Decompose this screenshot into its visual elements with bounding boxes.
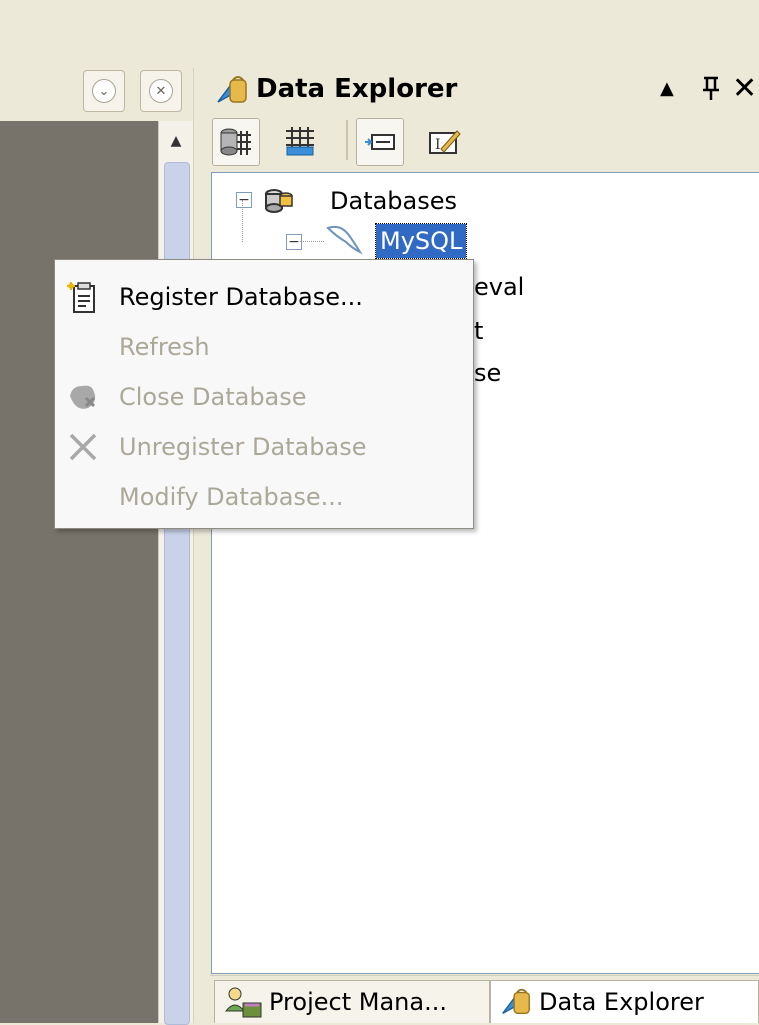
tree-connector bbox=[300, 241, 324, 242]
edit-button[interactable]: I bbox=[420, 118, 468, 166]
tree-item-mysql[interactable]: MySQL bbox=[374, 223, 468, 259]
collapse-mysql-icon[interactable]: − bbox=[286, 234, 302, 250]
unregister-x-icon bbox=[65, 429, 101, 465]
tree-item-partial[interactable]: t bbox=[474, 314, 483, 348]
field-icon bbox=[365, 134, 395, 150]
close-icon[interactable]: ✕ bbox=[732, 72, 757, 106]
close-icon: ✕ bbox=[149, 79, 173, 103]
toolbar-separator bbox=[346, 120, 348, 160]
databases-folder-icon bbox=[256, 186, 312, 216]
new-data-set-button[interactable] bbox=[276, 118, 324, 166]
tree-item-partial[interactable]: eval bbox=[474, 270, 524, 304]
menu-item-refresh[interactable]: Refresh bbox=[55, 322, 473, 372]
menu-label: Modify Database... bbox=[119, 483, 344, 511]
scroll-up-arrow-icon[interactable]: ▲ bbox=[162, 124, 190, 158]
panel-menu-arrow-icon[interactable]: ▲ bbox=[660, 72, 674, 106]
menu-item-unregister-database[interactable]: Unregister Database bbox=[55, 422, 473, 472]
tree-connector bbox=[242, 200, 244, 242]
register-database-icon bbox=[65, 279, 101, 315]
project-icon bbox=[224, 987, 262, 1018]
left-panel-body bbox=[0, 121, 158, 1023]
menu-label: Unregister Database bbox=[119, 433, 367, 461]
tree-item-databases[interactable]: Databases bbox=[330, 184, 457, 218]
tab-project-manager[interactable]: Project Mana... bbox=[214, 980, 490, 1023]
menu-item-modify-database[interactable]: Modify Database... bbox=[55, 472, 473, 522]
database-grid-icon bbox=[220, 128, 251, 156]
new-data-source-button[interactable] bbox=[212, 118, 260, 166]
panel-title: Data Explorer bbox=[256, 74, 458, 104]
collapse-databases-icon[interactable]: − bbox=[236, 192, 252, 208]
close-panel-button[interactable]: ✕ bbox=[140, 70, 182, 112]
context-menu: Register Database... Refresh Close Datab… bbox=[54, 259, 474, 529]
panel-splitter[interactable] bbox=[193, 68, 208, 1023]
tree-item-partial[interactable]: se bbox=[474, 356, 501, 390]
tab-label: Project Mana... bbox=[269, 988, 447, 1016]
grid-table-icon bbox=[286, 127, 314, 156]
menu-label: Refresh bbox=[119, 333, 210, 361]
chevron-down-icon: ⌄ bbox=[92, 79, 116, 103]
edit-icon: I bbox=[429, 130, 461, 154]
pin-icon[interactable] bbox=[700, 72, 722, 106]
menu-label: Register Database... bbox=[119, 283, 363, 311]
data-explorer-icon bbox=[502, 988, 530, 1015]
data-explorer-icon bbox=[214, 72, 250, 108]
properties-button[interactable] bbox=[356, 118, 404, 166]
menu-label: Close Database bbox=[119, 383, 307, 411]
close-database-icon bbox=[65, 379, 101, 415]
tab-data-explorer[interactable]: Data Explorer bbox=[490, 980, 759, 1023]
menu-item-register-database[interactable]: Register Database... bbox=[55, 272, 473, 322]
mysql-dolphin-icon bbox=[322, 222, 366, 258]
tab-label: Data Explorer bbox=[539, 988, 704, 1016]
menu-item-close-database[interactable]: Close Database bbox=[55, 372, 473, 422]
svg-text:I: I bbox=[435, 137, 441, 153]
minimize-panel-button[interactable]: ⌄ bbox=[83, 70, 125, 112]
